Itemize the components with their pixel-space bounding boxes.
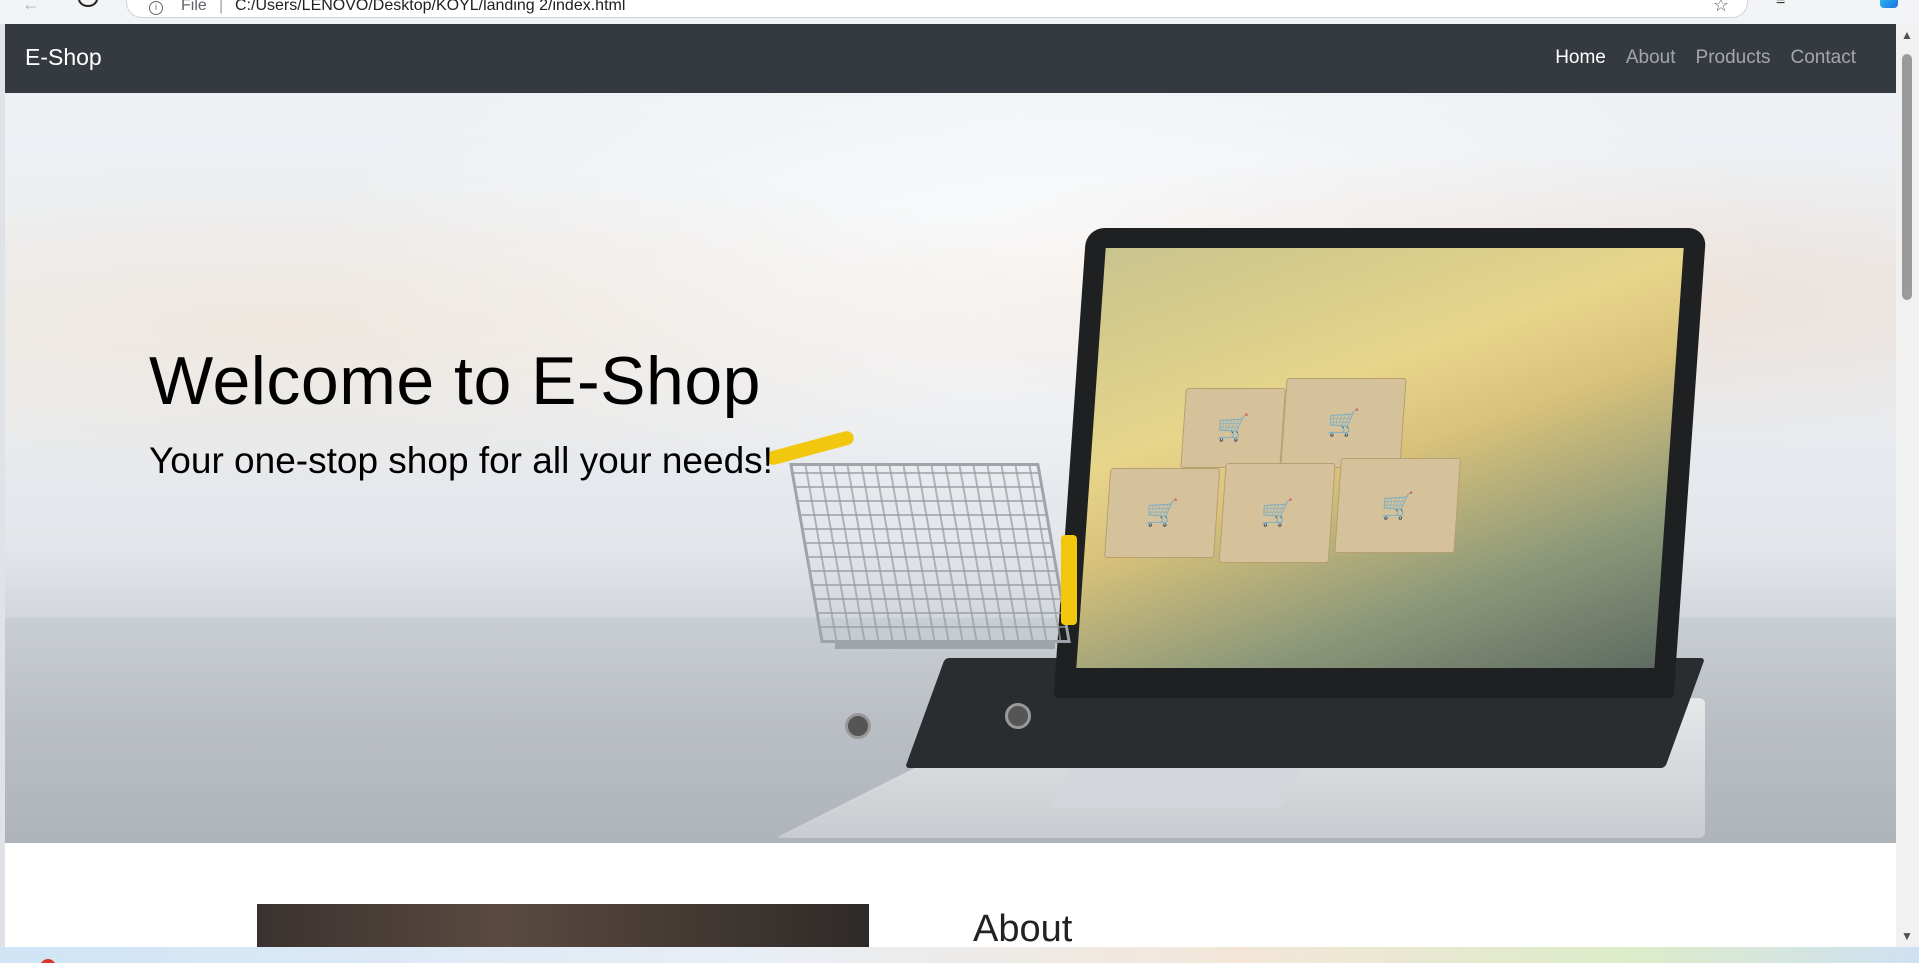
- cart-frame: [835, 643, 1055, 649]
- scrollbar-thumb[interactable]: [1902, 54, 1912, 300]
- navbar: E-Shop Home About Products Contact: [5, 24, 1896, 93]
- cart-icon: 🛒: [1380, 490, 1415, 520]
- navbar-brand[interactable]: E-Shop: [25, 44, 102, 71]
- cart-bumper: [1061, 535, 1077, 625]
- scroll-down-arrow-icon[interactable]: ▼: [1901, 929, 1913, 943]
- url-separator: |: [219, 0, 224, 14]
- cart-icon: 🛒: [1215, 412, 1251, 443]
- cart-icon: 🛒: [1259, 497, 1295, 528]
- cart-icon: 🛒: [1326, 407, 1361, 438]
- nav-link-contact[interactable]: Contact: [1781, 47, 1866, 69]
- nav-link-about[interactable]: About: [1616, 47, 1686, 69]
- laptop-screen: 🛒 🛒 🛒 🛒 🛒: [1076, 248, 1684, 668]
- parcel-box: 🛒: [1180, 388, 1286, 468]
- vertical-scrollbar[interactable]: ▲ ▼: [1896, 24, 1919, 947]
- cart-icon: 🛒: [1144, 497, 1180, 528]
- about-heading: About: [973, 908, 1073, 947]
- address-bar[interactable]: i File | C:/Users/LENOVO/Desktop/KOYL/la…: [126, 0, 1748, 18]
- browser-toolbar: ← i File | C:/Users/LENOVO/Desktop/KOYL/…: [0, 0, 1919, 24]
- cart-wheel: [1005, 703, 1031, 729]
- parcel-box: 🛒: [1218, 463, 1336, 563]
- parcel-box: 🛒: [1280, 378, 1407, 468]
- cart-handle: [764, 429, 856, 467]
- info-icon[interactable]: i: [149, 1, 163, 15]
- taskbar: [0, 947, 1919, 963]
- page-viewport: E-Shop Home About Products Contact 🛒 🛒 🛒…: [5, 24, 1896, 947]
- bookmark-star-icon[interactable]: ☆: [1713, 0, 1729, 16]
- copilot-icon[interactable]: [1880, 0, 1898, 8]
- url-text[interactable]: C:/Users/LENOVO/Desktop/KOYL/landing 2/i…: [235, 0, 625, 15]
- cart-basket: [789, 463, 1071, 643]
- parcel-box: 🛒: [1104, 468, 1221, 558]
- hero-section: 🛒 🛒 🛒 🛒 🛒 Welcome to E-Shop Your one-sto…: [5, 93, 1896, 843]
- nav-links: Home About Products Contact: [1545, 47, 1866, 69]
- about-image: [257, 904, 869, 947]
- shopping-cart-illustration: [764, 423, 1095, 753]
- parcel-box: 🛒: [1334, 458, 1461, 553]
- taskbar-app-icon[interactable]: [40, 959, 56, 963]
- cart-wheel: [845, 713, 871, 739]
- nav-link-products[interactable]: Products: [1686, 47, 1781, 69]
- hero-title: Welcome to E-Shop: [149, 343, 761, 419]
- reload-icon[interactable]: [78, 0, 98, 7]
- nav-link-home[interactable]: Home: [1545, 47, 1616, 69]
- url-scheme-label: File: [181, 0, 207, 14]
- hero-subtitle: Your one-stop shop for all your needs!: [149, 440, 773, 481]
- back-arrow-icon[interactable]: ←: [22, 0, 40, 15]
- reading-list-icon[interactable]: ≡: [1776, 0, 1785, 10]
- scroll-up-arrow-icon[interactable]: ▲: [1901, 28, 1913, 42]
